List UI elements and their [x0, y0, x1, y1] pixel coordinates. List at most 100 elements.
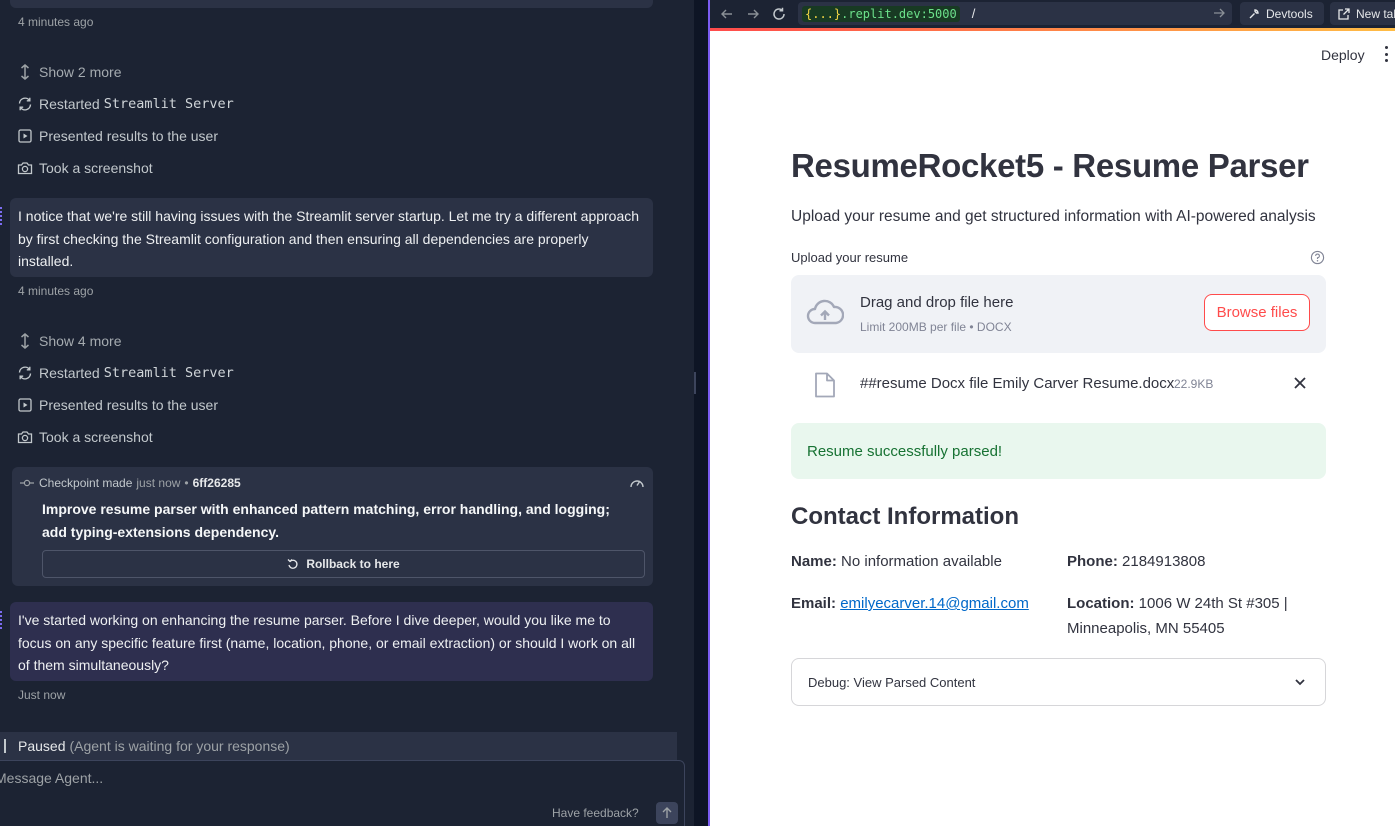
timestamp: 4 minutes ago	[18, 15, 94, 29]
location-label: Location:	[1067, 595, 1135, 612]
action-label: Presented results to the user	[39, 397, 218, 413]
action-restarted: Restarted Streamlit Server	[16, 362, 234, 384]
action-restarted: Restarted Streamlit Server	[16, 93, 234, 115]
page-title: ResumeRocket5 - Resume Parser	[791, 147, 1309, 184]
separator-dot: •	[184, 476, 189, 490]
action-code: Streamlit Server	[103, 365, 234, 381]
new-tab-button[interactable]: New tab	[1330, 2, 1395, 25]
uploaded-file-row: ##resume Docx file Emily Carver Resume.d…	[791, 366, 1326, 402]
browse-files-button[interactable]: Browse files	[1204, 294, 1310, 331]
action-label: Restarted	[39, 96, 100, 112]
section-heading: Contact Information	[791, 503, 1019, 530]
cloud-upload-icon	[806, 299, 844, 325]
refresh-icon	[16, 364, 34, 382]
phone-field: Phone: 2184913808	[1067, 549, 1205, 574]
expand-vertical-icon	[16, 63, 34, 81]
panel-splitter[interactable]	[694, 0, 708, 826]
expand-vertical-icon	[16, 332, 34, 350]
action-screenshot: Took a screenshot	[16, 157, 153, 179]
phone-label: Phone:	[1067, 553, 1118, 570]
location-line1: 1006 W 24th St #305 |	[1138, 595, 1288, 612]
checkpoint-header: Checkpoint made just now • 6ff26285	[20, 476, 241, 490]
agent-marker	[0, 611, 3, 629]
arrow-up-icon	[662, 807, 672, 818]
show-more-label: Show 4 more	[39, 333, 122, 349]
show-more-button[interactable]: Show 4 more	[16, 330, 121, 352]
action-label: Restarted	[39, 365, 100, 381]
debug-label: Debug: View Parsed Content	[808, 674, 976, 690]
new-tab-label: New tab	[1356, 6, 1395, 21]
action-code: Streamlit Server	[103, 96, 234, 112]
file-dropzone[interactable]: Drag and drop file here Limit 200MB per …	[791, 275, 1326, 353]
webview-panel: {...}.replit.dev:5000 / Devtools New tab…	[708, 0, 1395, 826]
file-name: ##resume Docx file Emily Carver Resume.d…	[860, 375, 1175, 392]
status-label: Paused	[18, 738, 66, 754]
location-line2: Minneapolis, MN 55405	[1067, 620, 1225, 637]
upload-label: Upload your resume	[791, 250, 909, 265]
action-presented: Presented results to the user	[16, 394, 218, 416]
devtools-button[interactable]: Devtools	[1240, 2, 1324, 25]
go-arrow-icon[interactable]	[1212, 6, 1226, 20]
url-bar[interactable]: {...}.replit.dev:5000 /	[798, 2, 1232, 25]
message-input-box: Have feedback?	[0, 760, 685, 826]
chevron-down-icon	[1295, 679, 1305, 686]
agent-status-bar: Paused (Agent is waiting for your respon…	[0, 732, 677, 760]
email-link[interactable]: emilyecarver.14@gmail.com	[840, 595, 1029, 612]
phone-value: 2184913808	[1122, 553, 1206, 570]
agent-marker	[0, 207, 3, 225]
remove-file-icon[interactable]	[1293, 376, 1307, 390]
external-link-icon	[1338, 7, 1350, 20]
message-agent-input[interactable]	[0, 767, 595, 789]
rollback-label: Rollback to here	[306, 557, 400, 571]
page-subtitle: Upload your resume and get structured in…	[791, 208, 1316, 225]
present-icon	[16, 396, 34, 414]
name-field: Name: No information available	[791, 549, 1002, 574]
back-icon[interactable]	[716, 3, 738, 25]
forward-icon[interactable]	[742, 3, 764, 25]
present-icon	[16, 127, 34, 145]
undo-icon	[287, 559, 298, 569]
main-menu-icon[interactable]	[1383, 46, 1389, 62]
email-field: Email: emilyecarver.14@gmail.com	[791, 591, 1029, 616]
gauge-icon[interactable]	[629, 476, 645, 490]
action-screenshot: Took a screenshot	[16, 426, 153, 448]
camera-icon	[16, 428, 34, 446]
previous-message-card	[10, 0, 653, 8]
debug-expander[interactable]: Debug: View Parsed Content	[791, 658, 1326, 706]
pause-indicator	[4, 739, 6, 753]
refresh-icon	[16, 95, 34, 113]
deploy-button[interactable]: Deploy	[1321, 47, 1365, 63]
rollback-button[interactable]: Rollback to here	[42, 550, 645, 578]
show-more-label: Show 2 more	[39, 64, 122, 80]
show-more-button[interactable]: Show 2 more	[16, 61, 121, 83]
camera-icon	[16, 159, 34, 177]
url-path: /	[971, 6, 976, 21]
checkpoint-card: Checkpoint made just now • 6ff26285 Impr…	[12, 467, 653, 586]
file-size: 22.9KB	[1174, 377, 1214, 391]
devtools-label: Devtools	[1266, 6, 1313, 21]
dropzone-limit: Limit 200MB per file • DOCX	[860, 320, 1012, 334]
reload-icon[interactable]	[768, 3, 790, 25]
action-presented: Presented results to the user	[16, 125, 218, 147]
feedback-link[interactable]: Have feedback?	[552, 806, 639, 820]
dropzone-title: Drag and drop file here	[860, 294, 1014, 311]
browser-toolbar: {...}.replit.dev:5000 / Devtools New tab	[710, 0, 1395, 28]
status-detail: (Agent is waiting for your response)	[69, 738, 290, 754]
url-host-brace: {...}	[805, 6, 842, 21]
drag-handle[interactable]	[694, 372, 696, 394]
name-label: Name:	[791, 553, 837, 570]
checkpoint-label: Checkpoint made	[39, 476, 133, 490]
agent-panel: 4 minutes ago Show 2 more Restarted Stre…	[0, 0, 694, 826]
location-field: Location: 1006 W 24th St #305 | Minneapo…	[1067, 591, 1307, 641]
send-button[interactable]	[656, 802, 678, 824]
file-icon	[815, 372, 835, 398]
agent-message: I've started working on enhancing the re…	[10, 602, 653, 681]
name-value: No information available	[841, 553, 1002, 570]
action-label: Presented results to the user	[39, 128, 218, 144]
timestamp: Just now	[18, 688, 66, 702]
success-alert: Resume successfully parsed!	[791, 423, 1326, 479]
action-label: Took a screenshot	[39, 160, 153, 176]
streamlit-app: Deploy ResumeRocket5 - Resume Parser Upl…	[710, 31, 1395, 826]
help-icon[interactable]	[1310, 250, 1325, 265]
checkpoint-hash: 6ff26285	[192, 476, 241, 490]
